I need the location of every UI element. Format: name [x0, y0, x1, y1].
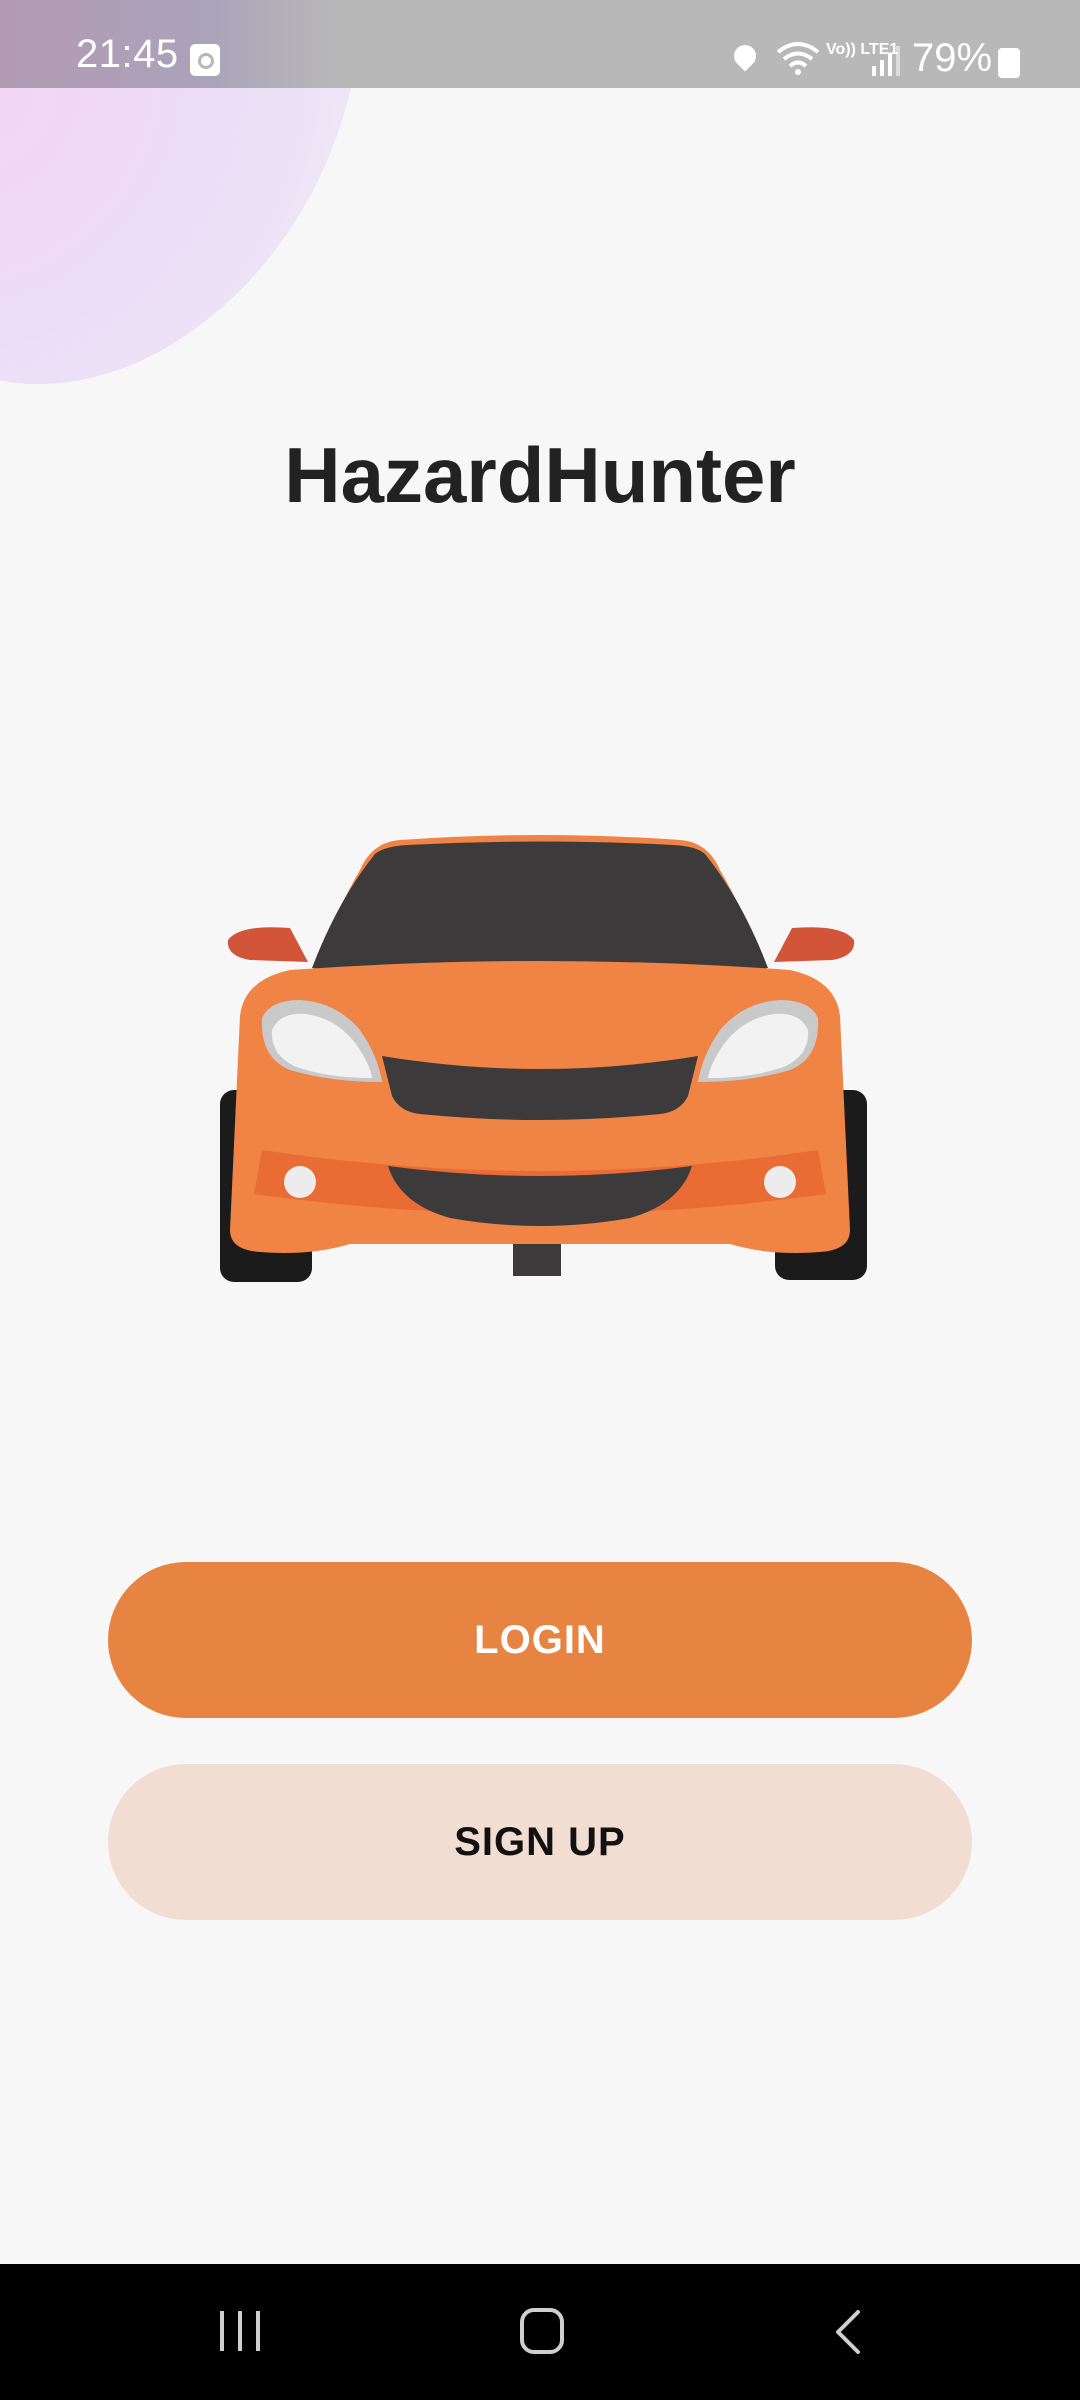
back-icon[interactable] — [828, 2308, 868, 2356]
app-title: HazardHunter — [284, 431, 796, 519]
battery-percentage: 79% — [912, 36, 993, 80]
status-bar: 21:45 Vo)) LTE1 79% — [0, 0, 1080, 88]
status-time: 21:45 — [76, 32, 179, 76]
status-icons: Vo)) LTE1 79% — [680, 0, 1080, 88]
signal-icon — [872, 46, 900, 76]
login-button[interactable]: LOGIN — [108, 1562, 972, 1718]
wifi-icon — [776, 42, 820, 75]
alarm-icon — [190, 44, 220, 76]
location-icon — [729, 40, 761, 72]
recent-apps-icon[interactable] — [218, 2306, 268, 2356]
navigation-bar — [0, 2264, 1080, 2400]
battery-charging-icon — [998, 48, 1020, 78]
signup-button[interactable]: SIGN UP — [108, 1764, 972, 1920]
car-front-icon — [220, 835, 867, 1282]
home-icon[interactable] — [520, 2308, 564, 2354]
